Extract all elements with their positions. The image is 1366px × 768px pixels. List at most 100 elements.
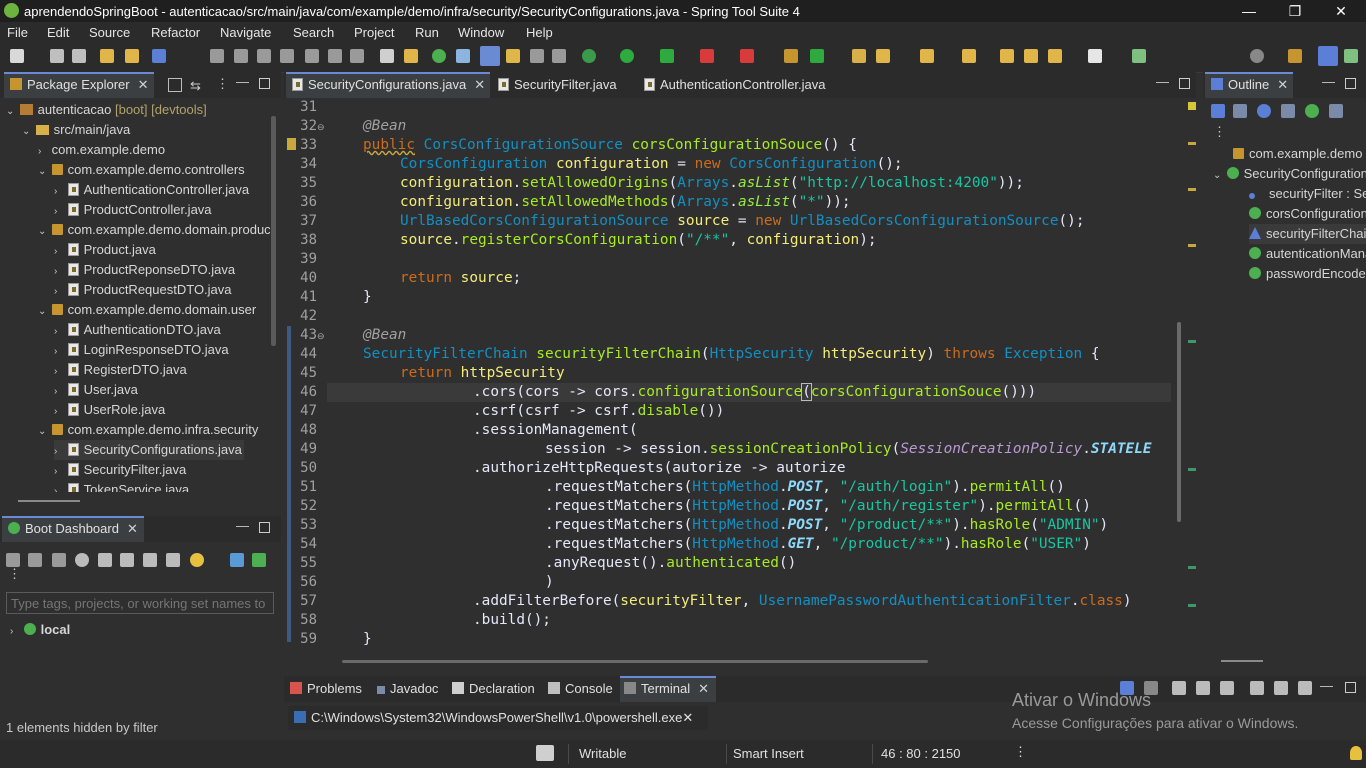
collapsed-icon[interactable]: › [54, 462, 64, 482]
run-coverage-icon[interactable] [660, 49, 674, 63]
external-tools-icon[interactable] [700, 49, 714, 63]
overview-marker[interactable] [1188, 566, 1196, 569]
spring-boot-run-icon[interactable] [432, 49, 446, 63]
toggle-command-input-icon[interactable] [1172, 681, 1186, 695]
tab-outline[interactable]: Outline ✕ [1205, 72, 1293, 98]
tree-java-file[interactable]: › AuthenticationDTO.java [54, 320, 221, 340]
status-menu-icon[interactable]: ⋮ [1014, 744, 1027, 760]
menu-edit[interactable]: Edit [47, 25, 69, 40]
tree-java-file[interactable]: › ProductRequestDTO.java [54, 280, 232, 300]
menu-file[interactable]: File [7, 25, 28, 40]
expanded-icon[interactable]: ⌄ [38, 222, 48, 242]
open-console-icon[interactable] [98, 553, 112, 567]
back-icon[interactable] [1048, 49, 1062, 63]
maximize-button[interactable]: ❐ [1272, 0, 1318, 22]
minimize-view-icon[interactable]: — [1320, 678, 1333, 693]
tree-package[interactable]: ⌄ com.example.demo.controllers [38, 160, 245, 180]
outline-method-selected[interactable]: securityFilterChain(HttpSecurity) : Secu… [1249, 224, 1366, 244]
collapsed-icon[interactable]: › [54, 442, 64, 462]
undo-icon[interactable] [100, 49, 114, 63]
collapsed-icon[interactable]: › [54, 362, 64, 382]
tree-java-file[interactable]: › AuthenticationController.java [54, 180, 249, 200]
drop-to-frame-icon[interactable] [380, 49, 394, 63]
outline-field[interactable]: securityFilter : SecurityFilter [1249, 184, 1366, 204]
collapsed-icon[interactable]: › [54, 242, 64, 262]
pin-icon[interactable] [1220, 681, 1234, 695]
collapse-all-icon[interactable] [168, 78, 182, 92]
java-perspective-icon[interactable] [1318, 46, 1338, 66]
paste-icon[interactable] [1274, 681, 1288, 695]
collapsed-icon[interactable]: › [54, 382, 64, 402]
open-perspective-icon[interactable] [1288, 49, 1302, 63]
minimize-view-icon[interactable]: — [1322, 74, 1335, 89]
debug-icon[interactable] [582, 49, 596, 63]
tree-java-file[interactable]: › ProductReponseDTO.java [54, 260, 235, 280]
close-icon[interactable]: ✕ [474, 77, 485, 92]
save-icon[interactable] [50, 49, 64, 63]
fold-marker-icon[interactable]: ⊖ [317, 122, 325, 133]
search-tool-icon[interactable] [876, 49, 890, 63]
view-menu-icon[interactable]: ⋮ [216, 76, 229, 92]
collapsed-icon[interactable]: › [54, 342, 64, 362]
close-icon[interactable]: ✕ [682, 710, 693, 725]
resume-icon[interactable] [210, 49, 224, 63]
expanded-icon[interactable]: ⌄ [38, 422, 48, 442]
editor-horizontal-scrollbar[interactable] [342, 660, 928, 663]
collapse-all-icon[interactable] [1211, 104, 1225, 118]
terminal-session-tab[interactable]: C:\Windows\System32\WindowsPowerShell\v1… [288, 706, 708, 730]
outline-method[interactable]: corsConfigurationSouce() : CorsConfigura… [1249, 204, 1366, 224]
tree-java-file-selected[interactable]: › SecurityConfigurations.java [54, 440, 244, 460]
tab-package-explorer[interactable]: Package Explorer ✕ [4, 72, 154, 98]
tree-java-file[interactable]: › RegisterDTO.java [54, 360, 187, 380]
minimize-view-icon[interactable]: — [236, 518, 249, 533]
view-menu-icon[interactable]: ⋮ [1213, 124, 1226, 140]
terminate-icon[interactable] [257, 49, 271, 63]
maximize-editor-icon[interactable] [1179, 78, 1190, 89]
close-icon[interactable]: ✕ [1277, 77, 1288, 92]
forward-icon[interactable] [1088, 49, 1102, 63]
search-icon[interactable] [1250, 49, 1264, 63]
minimize-button[interactable]: — [1226, 0, 1272, 22]
tree-package[interactable]: ⌄ com.example.demo.infra.security [38, 420, 258, 440]
step-over-icon[interactable] [328, 49, 342, 63]
overview-marker[interactable] [1188, 244, 1196, 247]
live-hover-icon[interactable] [190, 553, 204, 567]
use-step-filters-icon[interactable] [404, 49, 418, 63]
open-browser-icon[interactable] [75, 553, 89, 567]
tree-java-file[interactable]: › LoginResponseDTO.java [54, 340, 229, 360]
warning-marker-icon[interactable] [287, 138, 296, 150]
collapsed-icon[interactable]: › [54, 322, 64, 342]
menu-help[interactable]: Help [526, 25, 553, 40]
menu-refactor[interactable]: Refactor [151, 25, 200, 40]
add-icon[interactable] [252, 553, 266, 567]
horizontal-scrollbar[interactable] [18, 500, 80, 502]
link-with-editor-icon[interactable]: ⇆ [190, 78, 201, 94]
new-java-class-icon[interactable] [810, 49, 824, 63]
open-console-icon[interactable] [456, 49, 470, 63]
minimize-editor-icon[interactable]: — [1156, 74, 1169, 89]
tab-securityconfigurations[interactable]: SecurityConfigurations.java ✕ [286, 72, 490, 98]
expanded-icon[interactable]: ⌄ [22, 122, 32, 142]
tab-terminal[interactable]: Terminal ✕ [620, 676, 716, 702]
tree-java-file[interactable]: › SecurityFilter.java [54, 460, 186, 480]
minimize-view-icon[interactable]: — [236, 74, 249, 89]
new-java-project-icon[interactable] [784, 49, 798, 63]
tag-filter-input[interactable] [6, 592, 274, 614]
block-selection-icon[interactable] [530, 49, 544, 63]
back-to-icon[interactable] [1024, 49, 1038, 63]
suspend-icon[interactable] [234, 49, 248, 63]
refresh-icon[interactable] [120, 553, 134, 567]
code-editor[interactable]: 31 32 @Bean 33 public CorsConfigurationSou… [287, 98, 1171, 654]
tip-lightbulb-icon[interactable] [1350, 746, 1362, 760]
mark-occurrences-icon[interactable] [480, 46, 500, 66]
expanded-icon[interactable]: ⌄ [38, 162, 48, 182]
save-all-icon[interactable] [72, 49, 86, 63]
maximize-view-icon[interactable] [259, 522, 270, 533]
hide-non-public-icon[interactable] [1305, 104, 1319, 118]
tree-java-file[interactable]: › TokenService.java [54, 480, 189, 492]
outline-method[interactable]: passwordEncoder() : PasswordEncoder [1249, 264, 1366, 284]
close-button[interactable]: ✕ [1318, 0, 1364, 22]
collapsed-icon[interactable]: › [54, 282, 64, 302]
outline-package[interactable]: com.example.demo [1233, 144, 1362, 164]
tree-project-autenticacao[interactable]: ⌄ autenticacao [boot] [devtools] [6, 100, 207, 120]
